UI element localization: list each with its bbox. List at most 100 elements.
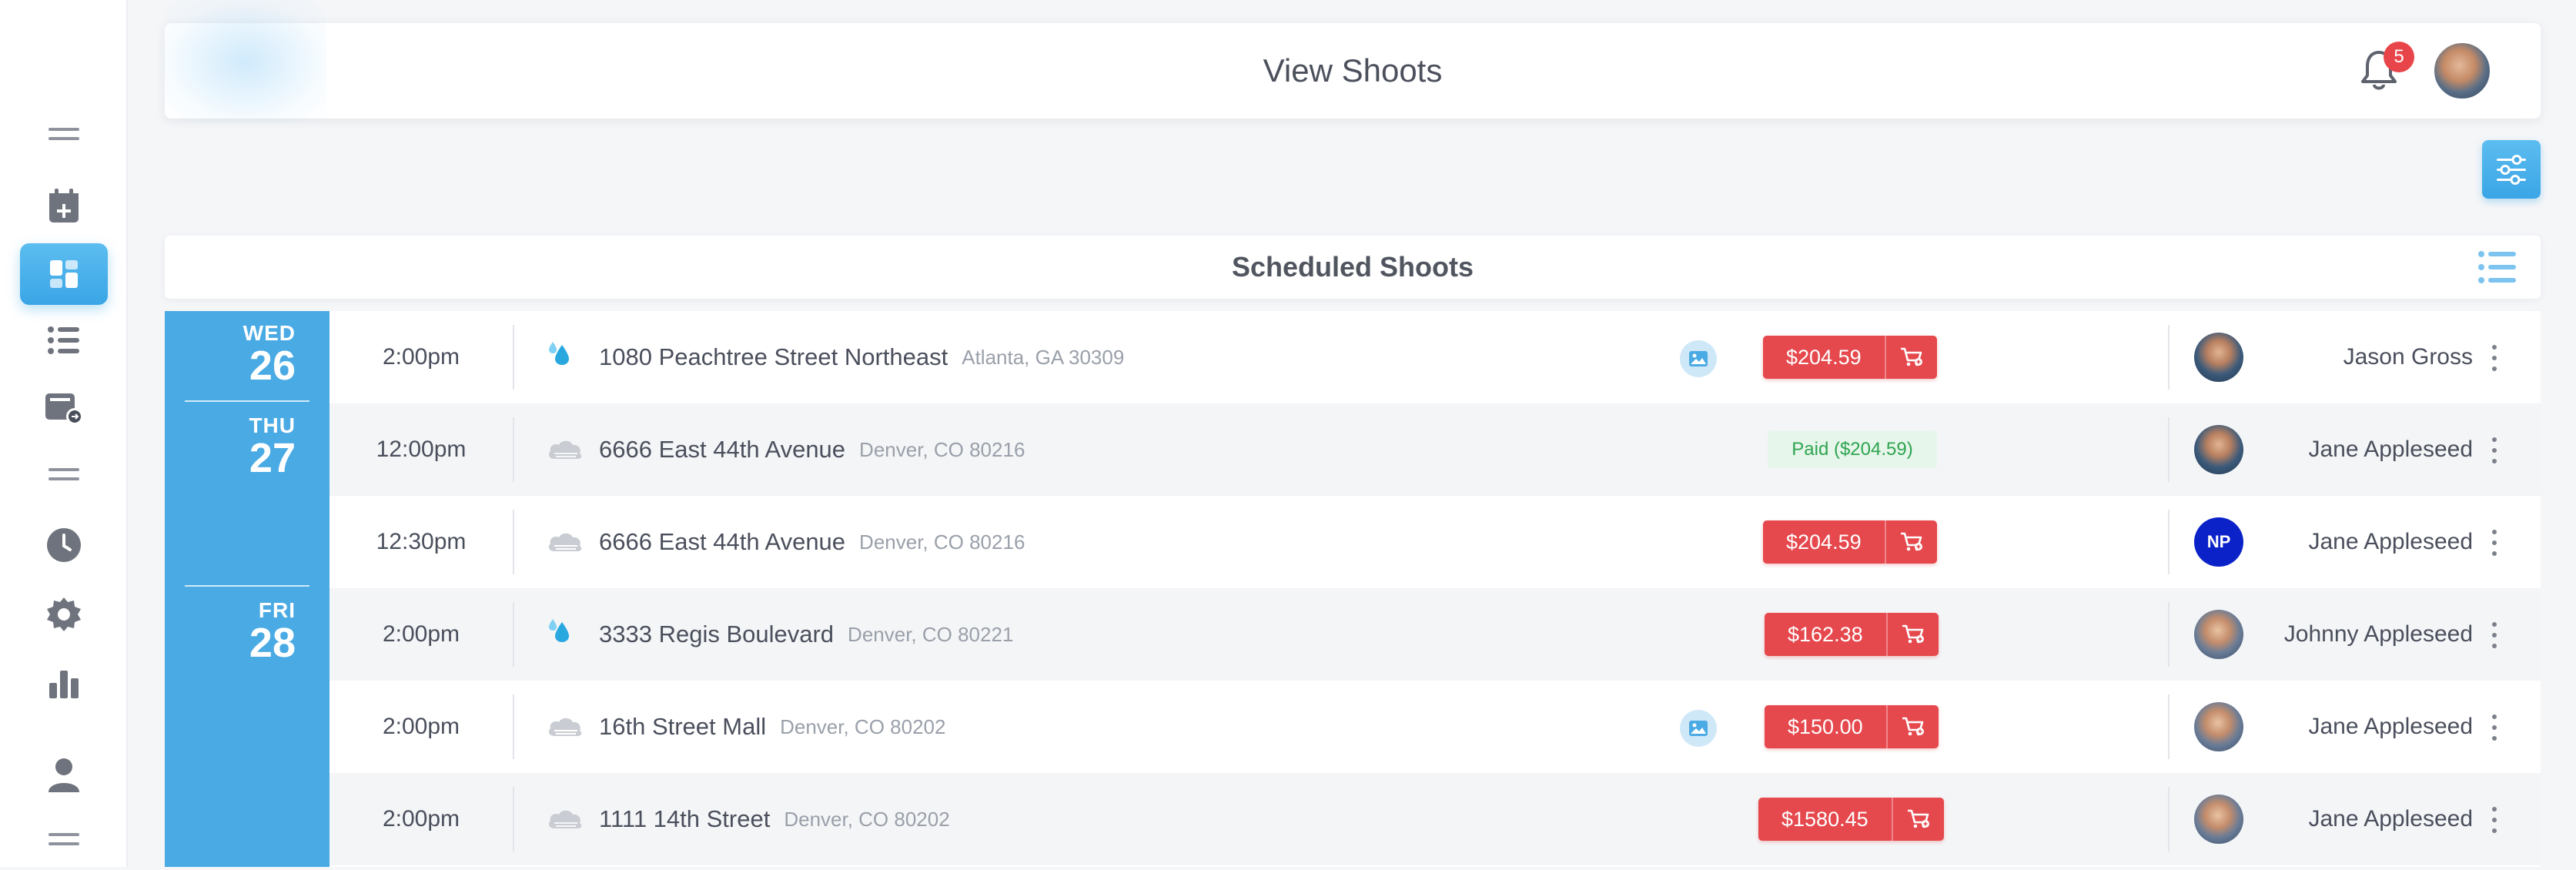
day-number: 27 [249, 435, 296, 481]
sidebar-item-history[interactable] [20, 514, 108, 576]
client-name: Jane Appleseed [2308, 806, 2473, 832]
row-menu-button[interactable] [2490, 622, 2499, 648]
photos-button[interactable] [1680, 710, 1717, 747]
section-title: Scheduled Shoots [1231, 251, 1474, 283]
clock-icon [47, 528, 81, 562]
row-menu-button[interactable] [2490, 437, 2499, 463]
shoot-address[interactable]: 1111 14th Street Denver, CO 80202 [599, 773, 950, 865]
invoice-amount: $1580.45 [1781, 807, 1868, 831]
row-menu-button[interactable] [2490, 345, 2499, 371]
shoot-time: 12:30pm [376, 529, 467, 554]
pay-invoice-button[interactable]: $1580.45 [1758, 798, 1944, 841]
column-divider [513, 510, 514, 574]
rain-icon [549, 342, 569, 365]
table-row[interactable]: 12:30pm 6666 East 44th Avenue Denver, CO… [330, 496, 2541, 588]
cloud-icon [548, 440, 582, 459]
list-icon [48, 326, 79, 354]
column-divider [2168, 787, 2170, 852]
sidebar-bottom-menu[interactable] [20, 808, 108, 870]
shoot-address[interactable]: 3333 Regis Boulevard Denver, CO 80221 [599, 588, 1013, 681]
page-title: View Shoots [1263, 52, 1443, 89]
table-row[interactable]: 2:00pm 16th Street Mall Denver, CO 80202… [330, 681, 2541, 773]
invoice-amount: $162.38 [1788, 622, 1863, 646]
client-name: Jason Gross [2343, 344, 2473, 370]
shoot-address[interactable]: 16th Street Mall Denver, CO 80202 [599, 681, 945, 773]
photos-button[interactable] [1680, 340, 1717, 377]
user-avatar[interactable] [2433, 42, 2491, 100]
cart-icon [1891, 798, 1944, 841]
shoot-time: 12:00pm [376, 437, 467, 462]
table-row[interactable]: 2:00pm 1080 Peachtree Street Northeast A… [330, 311, 2541, 403]
table-row[interactable]: 2:00pm 1111 14th Street Denver, CO 80202… [330, 773, 2541, 865]
photographer-avatar: NP [2194, 517, 2243, 567]
shoot-address[interactable]: 1080 Peachtree Street Northeast Atlanta,… [599, 311, 1124, 403]
user-icon [49, 758, 79, 792]
shoot-address[interactable]: 6666 East 44th Avenue Denver, CO 80216 [599, 496, 1025, 588]
row-menu-button[interactable] [2490, 530, 2499, 556]
menu-icon [49, 833, 79, 845]
day-number: 26 [249, 343, 296, 389]
client-name: Jane Appleseed [2308, 714, 2473, 739]
street-address: 6666 East 44th Avenue [599, 528, 846, 555]
street-address: 16th Street Mall [599, 713, 767, 740]
shoot-address[interactable]: 6666 East 44th Avenue Denver, CO 80216 [599, 403, 1025, 496]
client-name: Jane Appleseed [2308, 437, 2473, 462]
sidebar-menu-button[interactable] [20, 103, 108, 165]
client-name: Johnny Appleseed [2283, 621, 2473, 647]
invoice-amount: $204.59 [1786, 530, 1862, 554]
row-menu-button[interactable] [2490, 714, 2499, 741]
sidebar-item-dashboard[interactable] [20, 243, 108, 305]
bar-chart-icon [49, 671, 79, 698]
list-view-button[interactable] [2477, 249, 2517, 285]
photographer-avatar [2194, 795, 2243, 844]
day-of-week: WED [243, 321, 296, 345]
filter-button[interactable] [2482, 140, 2541, 199]
photographer-avatar [2194, 425, 2243, 474]
column-divider [513, 325, 514, 390]
sidebar-item-share[interactable] [20, 377, 108, 439]
cart-icon [1884, 336, 1937, 379]
sidebar-item-new-shoot[interactable] [20, 176, 108, 237]
column-divider [2168, 510, 2170, 574]
sidebar-divider-menu[interactable] [20, 443, 108, 505]
shoot-time: 2:00pm [382, 714, 460, 739]
cart-icon [1884, 520, 1937, 564]
street-address: 3333 Regis Boulevard [599, 621, 835, 647]
city-state-zip: Atlanta, GA 30309 [962, 345, 1125, 369]
scheduled-shoots-header: Scheduled Shoots [165, 236, 2541, 299]
list-view-icon [2478, 251, 2516, 283]
cart-icon [1885, 613, 1939, 656]
sidebar-item-settings[interactable] [20, 584, 108, 645]
sidebar-item-profile[interactable] [20, 744, 108, 805]
gear-icon [47, 597, 81, 631]
pay-invoice-button[interactable]: $204.59 [1763, 520, 1937, 564]
date-divider [185, 400, 309, 402]
city-state-zip: Denver, CO 80202 [784, 807, 950, 831]
day-of-week: THU [249, 413, 296, 437]
column-divider [2168, 602, 2170, 667]
pay-invoice-button[interactable]: $150.00 [1765, 705, 1939, 748]
row-menu-button[interactable] [2490, 807, 2499, 833]
city-state-zip: Denver, CO 80221 [848, 622, 1014, 646]
folder-share-icon [45, 393, 83, 425]
city-state-zip: Denver, CO 80216 [859, 530, 1025, 554]
pay-invoice-button[interactable]: $204.59 [1763, 336, 1937, 379]
sidebar-item-reports[interactable] [20, 653, 108, 714]
invoice-amount: $150.00 [1788, 714, 1863, 738]
column-divider [2168, 325, 2170, 390]
menu-icon [49, 468, 79, 480]
sidebar-item-list[interactable] [20, 310, 108, 371]
date-group-fri: FRI 28 [185, 599, 309, 664]
sliders-icon [2497, 155, 2526, 185]
column-divider [2168, 694, 2170, 759]
shoots-table: WED 26 THU 27 FRI 28 2:00pm 1080 Peachtr… [165, 311, 2541, 867]
street-address: 1080 Peachtree Street Northeast [599, 343, 948, 370]
client-name: Jane Appleseed [2308, 529, 2473, 554]
pay-invoice-button[interactable]: $162.38 [1765, 613, 1939, 656]
table-row[interactable]: 2:00pm 3333 Regis Boulevard Denver, CO 8… [330, 588, 2541, 681]
photographer-avatar [2194, 333, 2243, 382]
image-icon [1689, 721, 1708, 736]
calendar-add-icon [49, 189, 79, 223]
table-row[interactable]: 12:00pm 6666 East 44th Avenue Denver, CO… [330, 403, 2541, 496]
shoot-time: 2:00pm [382, 344, 460, 370]
